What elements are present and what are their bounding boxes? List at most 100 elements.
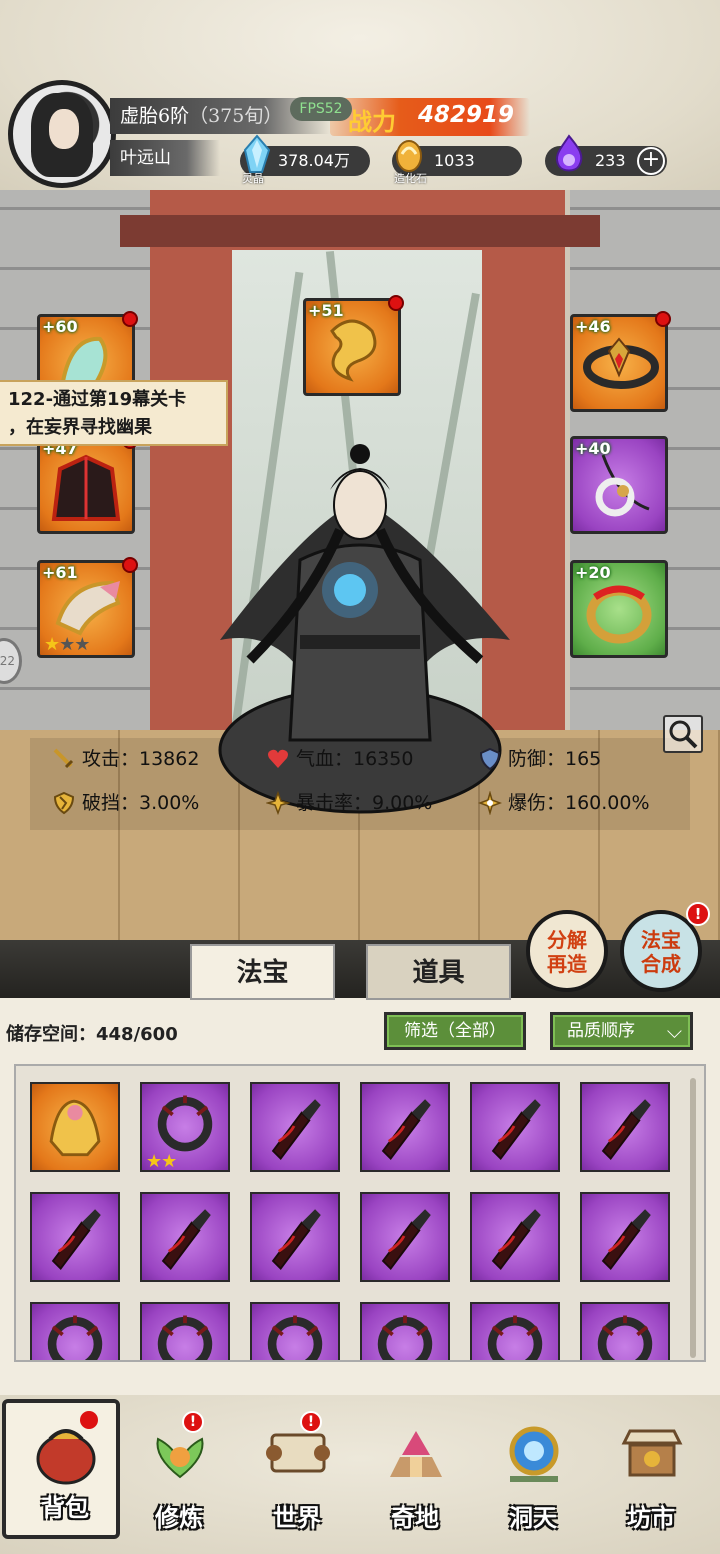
equip-slot-emblem[interactable]: +51 <box>303 295 404 396</box>
equip-slot-robe[interactable]: +47 <box>37 433 138 534</box>
crit-rate-icon <box>266 791 290 815</box>
equip-slot-ring[interactable]: +20 <box>570 560 668 658</box>
add-resource-button[interactable]: + <box>637 147 665 175</box>
filter-button[interactable]: 筛选（全部） <box>384 1012 526 1050</box>
inventory-grid: ★★ <box>14 1064 706 1362</box>
inventory-item[interactable] <box>140 1302 230 1360</box>
inventory-item[interactable] <box>250 1082 340 1172</box>
alert-dot <box>122 311 138 327</box>
equip-level: +46 <box>575 317 611 336</box>
dark-ring-icon <box>597 1315 653 1360</box>
dark-dagger-icon <box>601 1209 651 1270</box>
pavilion-icon <box>390 1431 442 1477</box>
resource-spirit-crystal[interactable]: 灵晶 378.04万 <box>240 134 370 185</box>
dark-dagger-icon <box>381 1209 431 1270</box>
player-name: 叶远山 <box>110 140 220 176</box>
dark-dagger-icon <box>161 1209 211 1270</box>
realm-sub: （375旬） <box>189 105 283 127</box>
player-avatar[interactable] <box>8 80 116 188</box>
stat-crit-rate: 暴击率：9.00% <box>266 790 432 816</box>
nav-scroll-map[interactable]: 世界! <box>238 1405 356 1545</box>
decompose-button[interactable]: 分解 再造 <box>526 910 608 992</box>
sword-icon <box>53 748 74 769</box>
combine-alert-badge: ! <box>686 902 710 926</box>
dark-dagger-icon <box>491 1099 541 1160</box>
sort-dropdown[interactable]: 品质顺序 ⌵ <box>550 1012 693 1050</box>
power-value: 482919 <box>418 102 515 128</box>
nav-badge-dot <box>80 1411 98 1429</box>
equip-level: +60 <box>42 317 78 336</box>
inventory-item[interactable] <box>360 1192 450 1282</box>
equip-level: +40 <box>575 439 611 458</box>
nav-label: 背包 <box>41 1493 89 1522</box>
lotus-icon <box>156 1437 204 1479</box>
inventory-item[interactable] <box>360 1302 450 1360</box>
star-rating: ★★★ <box>44 634 90 655</box>
tab-items[interactable]: 道具 <box>366 944 511 1000</box>
dark-dagger-icon <box>381 1099 431 1160</box>
armor-break-icon <box>53 791 75 815</box>
nav-bag[interactable]: 背包 <box>2 1399 120 1539</box>
stat-text: 破挡：3.00% <box>82 792 200 814</box>
dark-dagger-icon <box>271 1099 321 1160</box>
button-text: 再造 <box>547 952 587 976</box>
inventory-item[interactable] <box>360 1082 450 1172</box>
heart-icon <box>268 749 288 768</box>
dark-dagger-icon <box>601 1099 651 1160</box>
nav-alert-badge: ! <box>182 1411 204 1433</box>
resource-value: 233 <box>595 151 626 170</box>
shield-icon <box>479 747 501 771</box>
nav-label: 洞天 <box>509 1503 557 1532</box>
scrollbar[interactable] <box>690 1078 696 1358</box>
inventory-item[interactable] <box>580 1082 670 1172</box>
inventory-item[interactable] <box>580 1192 670 1282</box>
portal-icon <box>509 1426 559 1482</box>
top-bar: 虚胎6阶（375旬） 叶远山 FPS52 战力 482919 灵晶 378.04… <box>0 0 720 190</box>
inventory-item[interactable] <box>470 1302 560 1360</box>
equip-level: +51 <box>308 301 344 320</box>
storage-capacity: 储存空间：448/600 <box>6 1024 178 1045</box>
inventory-item[interactable] <box>250 1302 340 1360</box>
magnifier-icon[interactable] <box>663 715 703 753</box>
dark-ring-icon <box>157 1315 213 1360</box>
sort-label: 品质顺序 <box>567 1021 635 1041</box>
inventory-item[interactable] <box>580 1302 670 1360</box>
resource-purple-flame[interactable]: 233 + <box>545 134 667 176</box>
inventory-panel: 法宝 道具 分解 再造 法宝 合成 ! 储存空间：448/600 筛选（全部） … <box>0 902 720 1395</box>
inventory-item[interactable]: ★★ <box>140 1082 230 1172</box>
equip-slot-gauntlet[interactable]: +61 ★★★ <box>37 557 138 658</box>
equip-level: +20 <box>575 563 611 582</box>
inventory-item[interactable] <box>30 1302 120 1360</box>
inventory-item[interactable] <box>250 1192 340 1282</box>
nav-market-stall[interactable]: 坊市 <box>592 1405 710 1545</box>
market-stall-icon <box>621 1429 683 1477</box>
resource-value: 1033 <box>434 151 475 170</box>
dark-ring-icon <box>267 1315 323 1360</box>
dark-dagger-icon <box>491 1209 541 1270</box>
quest-tip-line: 122-通过第19幕关卡 <box>8 389 187 410</box>
alert-dot <box>655 311 671 327</box>
quest-tip-line: ，在妄界寻找幽果 <box>8 417 152 438</box>
inventory-item[interactable] <box>30 1192 120 1282</box>
door-beam <box>120 215 600 247</box>
nav-lotus[interactable]: 修炼! <box>120 1405 238 1545</box>
bottom-nav: 背包 修炼! 世界! 奇地洞天 坊市 <box>0 1395 720 1554</box>
stat-armor-break: 破挡：3.00% <box>52 790 199 816</box>
tab-treasure[interactable]: 法宝 <box>190 944 335 1000</box>
inventory-item[interactable] <box>30 1082 120 1172</box>
inventory-item[interactable] <box>140 1192 230 1282</box>
resource-creation-stone[interactable]: 造化石 1033 <box>392 140 522 185</box>
alert-dot <box>122 557 138 573</box>
star-rating: ★★ <box>146 1151 177 1172</box>
nav-portal[interactable]: 洞天 <box>474 1405 592 1545</box>
scroll-map-icon <box>266 1433 330 1473</box>
resource-value: 378.04万 <box>278 151 350 170</box>
inventory-item[interactable] <box>470 1082 560 1172</box>
inventory-item[interactable] <box>470 1192 560 1282</box>
dark-dagger-icon <box>51 1209 101 1270</box>
equip-slot-circlet[interactable]: +46 <box>570 311 671 412</box>
equip-slot-pendant[interactable]: +40 <box>570 436 668 534</box>
nav-pavilion[interactable]: 奇地 <box>356 1405 474 1545</box>
quest-tip[interactable]: 122-通过第19幕关卡 ，在妄界寻找幽果 <box>0 380 228 446</box>
stat-crit-damage: 爆伤：160.00% <box>478 790 650 816</box>
